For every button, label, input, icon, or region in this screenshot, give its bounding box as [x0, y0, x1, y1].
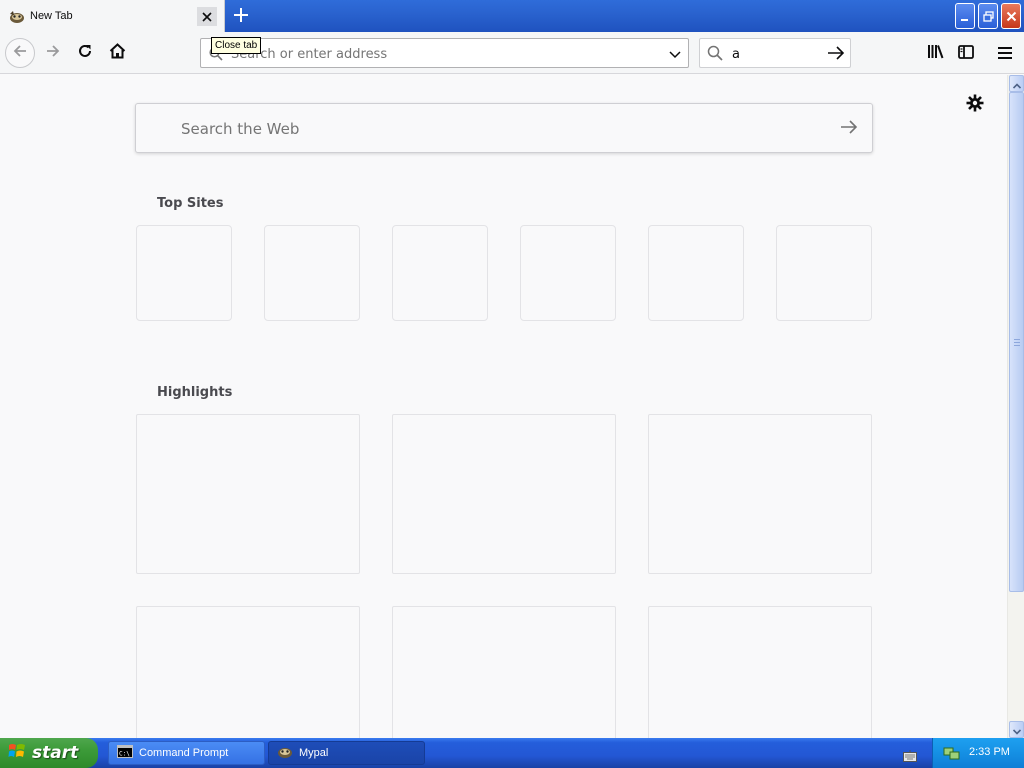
window-close-button[interactable] — [1001, 3, 1021, 29]
library-icon — [927, 44, 944, 63]
web-search-box[interactable] — [135, 103, 873, 153]
svg-text:C:\: C:\ — [119, 751, 130, 758]
reload-icon — [77, 43, 93, 63]
chevron-down-icon[interactable] — [668, 46, 682, 65]
close-icon — [1006, 7, 1017, 26]
network-icon[interactable] — [943, 745, 961, 765]
back-button[interactable] — [5, 38, 35, 68]
cmd-icon: C:\ — [117, 745, 133, 761]
taskbar-item-label: Mypal — [299, 747, 329, 759]
tab-new-tab[interactable]: New Tab — [0, 0, 225, 32]
highlights-title: Highlights — [157, 385, 233, 400]
close-tab-tooltip: Close tab — [211, 37, 262, 54]
search-icon — [707, 45, 723, 65]
url-input[interactable] — [231, 45, 651, 63]
highlight-card[interactable] — [648, 414, 872, 574]
menu-button[interactable] — [990, 38, 1020, 68]
hamburger-menu-icon — [998, 44, 1012, 63]
highlight-card[interactable] — [136, 414, 360, 574]
chevron-up-icon — [1012, 74, 1021, 93]
sidebar-icon — [958, 44, 974, 63]
search-bar[interactable] — [699, 38, 851, 68]
scroll-down-button[interactable] — [1009, 721, 1024, 738]
home-icon — [109, 43, 126, 63]
forward-button[interactable] — [38, 38, 68, 68]
arrow-left-icon — [12, 43, 28, 63]
top-site-tile[interactable] — [648, 225, 744, 321]
close-tab-button[interactable] — [197, 7, 217, 26]
arrow-right-icon[interactable] — [827, 45, 845, 65]
top-site-tile[interactable] — [392, 225, 488, 321]
tab-title: New Tab — [30, 10, 73, 22]
new-tab-button[interactable] — [229, 4, 253, 28]
home-button[interactable] — [102, 38, 132, 68]
top-site-tile[interactable] — [264, 225, 360, 321]
keyboard-icon[interactable] — [903, 747, 917, 766]
reload-button[interactable] — [70, 38, 100, 68]
arrow-right-icon — [45, 43, 61, 63]
address-bar[interactable] — [200, 38, 689, 68]
system-tray: 2:33 PM — [932, 738, 1024, 768]
sidebar-button[interactable] — [951, 38, 981, 68]
gear-icon[interactable] — [966, 94, 984, 116]
vertical-scrollbar[interactable] — [1007, 75, 1024, 738]
scroll-up-button[interactable] — [1009, 75, 1024, 92]
minimize-icon — [960, 7, 970, 26]
library-button[interactable] — [920, 38, 950, 68]
taskbar-item-command-prompt[interactable]: C:\ Command Prompt — [108, 741, 265, 765]
taskbar-item-mypal[interactable]: Mypal — [268, 741, 425, 765]
top-sites-title: Top Sites — [157, 196, 224, 211]
taskbar-item-label: Command Prompt — [139, 747, 229, 759]
new-tab-page: Top Sites Highlights — [0, 75, 1007, 766]
arrow-right-icon[interactable] — [840, 119, 858, 139]
navigation-toolbar — [0, 32, 1024, 74]
web-search-input[interactable] — [181, 119, 781, 139]
mypal-favicon-icon — [9, 9, 25, 23]
taskbar: start C:\ Command Prompt Mypal 2:33 PM — [0, 738, 1024, 768]
windows-logo-icon — [8, 742, 26, 764]
minimize-button[interactable] — [955, 3, 975, 29]
mypal-icon — [277, 745, 293, 762]
search-input[interactable] — [732, 45, 812, 63]
plus-icon — [234, 7, 248, 26]
tab-strip: New Tab — [0, 0, 1024, 32]
restore-icon — [982, 7, 994, 26]
scrollbar-thumb[interactable] — [1009, 92, 1024, 592]
top-site-tile[interactable] — [776, 225, 872, 321]
restore-button[interactable] — [978, 3, 998, 29]
top-site-tile[interactable] — [136, 225, 232, 321]
close-icon — [202, 7, 212, 26]
clock[interactable]: 2:33 PM — [969, 746, 1010, 758]
highlight-card[interactable] — [392, 414, 616, 574]
start-button[interactable]: start — [0, 738, 98, 768]
top-site-tile[interactable] — [520, 225, 616, 321]
scrollbar-grip — [1014, 339, 1020, 347]
start-label: start — [32, 743, 79, 763]
chevron-down-icon — [1012, 720, 1021, 739]
